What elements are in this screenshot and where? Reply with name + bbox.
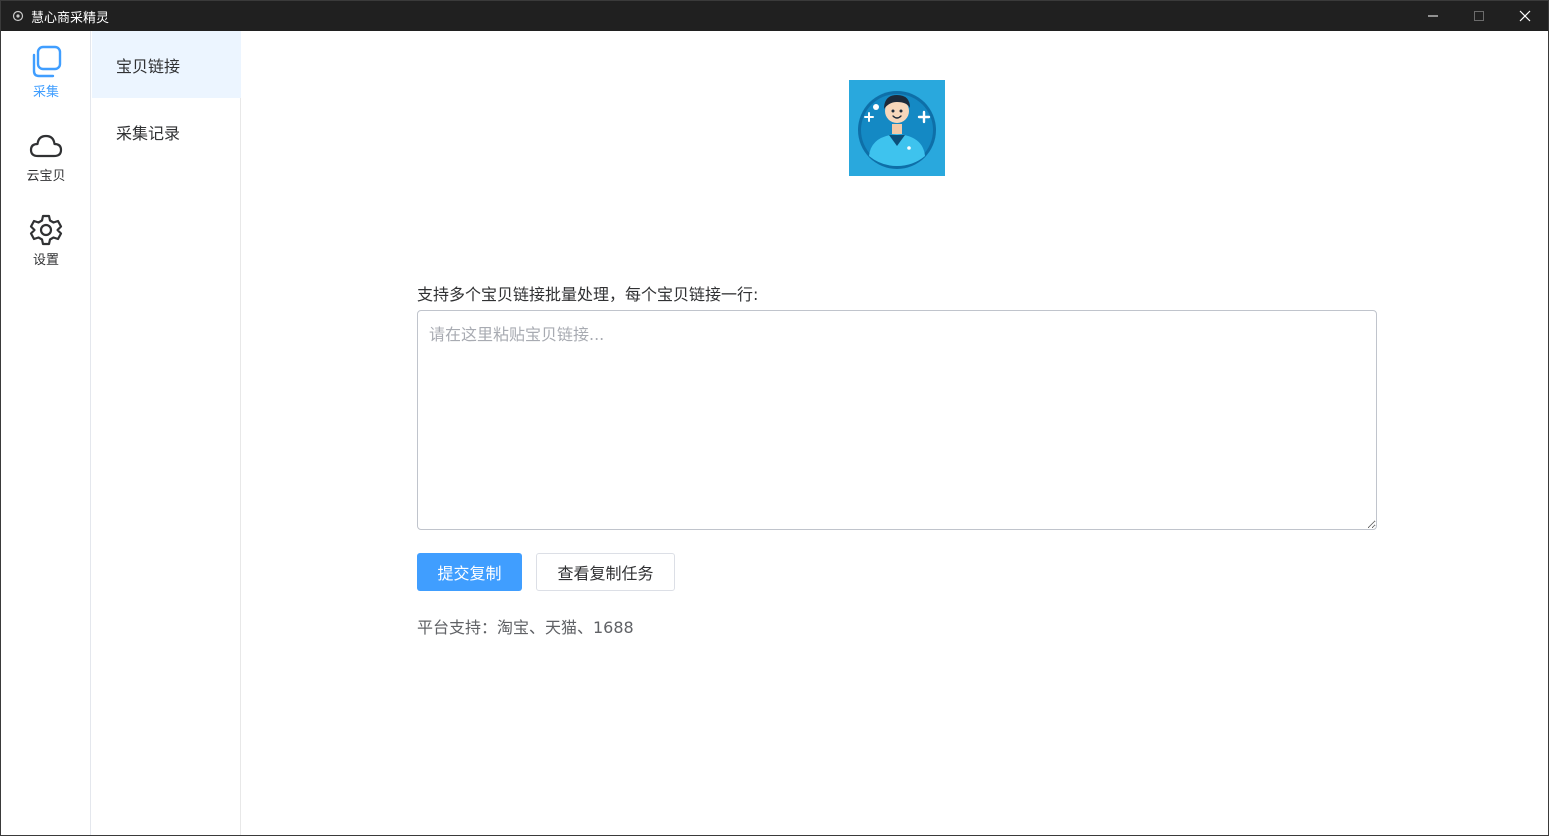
nav-item-label: 采集 [32, 85, 59, 100]
nav-item-settings[interactable]: 设置 [1, 199, 91, 283]
app-body: 采集 云宝贝 设置 宝贝链接 采集记录 支持多个宝贝链接批量处理，每个宝贝链接一… [1, 31, 1548, 835]
sub-menu: 宝贝链接 采集记录 [92, 31, 241, 835]
maximize-button[interactable] [1456, 1, 1502, 31]
nav-item-label: 云宝贝 [26, 169, 66, 184]
close-icon [1519, 10, 1531, 22]
supported-platforms-text: 平台支持：淘宝、天猫、1688 [417, 618, 634, 637]
links-input[interactable] [417, 310, 1377, 530]
submenu-item-item-links[interactable]: 宝贝链接 [92, 31, 241, 98]
copy-icon [32, 45, 62, 78]
title-bar[interactable]: 慧心商采精灵 [1, 1, 1548, 31]
window-controls [1410, 1, 1548, 31]
nav-item-cloud[interactable]: 云宝贝 [1, 115, 91, 199]
app-logo-icon [11, 9, 25, 23]
main-content: 支持多个宝贝链接批量处理，每个宝贝链接一行: 提交复制 查看复制任务 平台支持：… [242, 31, 1548, 835]
doctor-avatar-icon [849, 80, 945, 176]
logo-image [849, 80, 945, 176]
maximize-icon [1474, 11, 1484, 21]
intro-text: 支持多个宝贝链接批量处理，每个宝贝链接一行: [417, 285, 759, 304]
minimize-button[interactable] [1410, 1, 1456, 31]
nav-item-label: 设置 [32, 253, 59, 268]
cloud-icon [29, 134, 63, 158]
nav-rail: 采集 云宝贝 设置 [1, 31, 91, 835]
minimize-icon [1428, 15, 1438, 17]
close-button[interactable] [1502, 1, 1548, 31]
submenu-item-collect-records[interactable]: 采集记录 [92, 98, 241, 165]
gear-icon [29, 214, 63, 246]
window-title: 慧心商采精灵 [31, 10, 110, 26]
submit-copy-button[interactable]: 提交复制 [417, 553, 522, 591]
app-window: 慧心商采精灵 采集 云宝贝 设置 宝贝链接 采集记录 支持多个宝贝链接批量处理，… [0, 0, 1549, 836]
nav-item-collect[interactable]: 采集 [1, 31, 91, 115]
view-copy-tasks-button[interactable]: 查看复制任务 [536, 553, 675, 591]
